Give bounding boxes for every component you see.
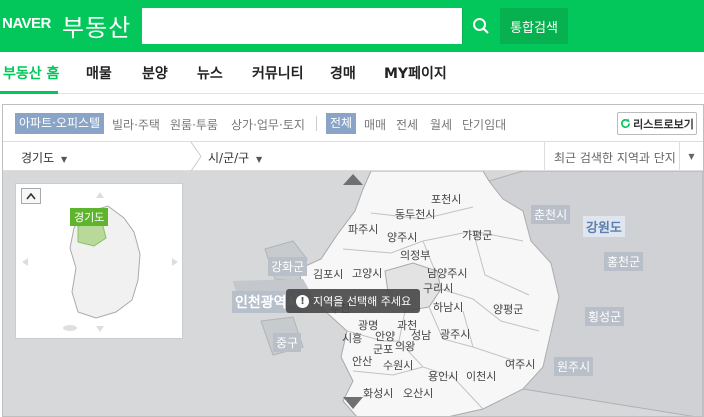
- map-label[interactable]: 김포시: [313, 266, 343, 282]
- chevron-down-icon: ▼: [256, 155, 263, 164]
- chevron-down-icon: ▼: [60, 155, 68, 164]
- naver-logo[interactable]: NAVER: [2, 15, 51, 32]
- map-label[interactable]: 의왕: [395, 338, 415, 354]
- map-label[interactable]: 여주시: [505, 356, 535, 372]
- map-label[interactable]: 시흥: [342, 330, 362, 346]
- map-label[interactable]: 춘천시: [531, 205, 571, 224]
- district-label: 시/군/구: [208, 151, 250, 165]
- filter-villa[interactable]: 빌라·주택: [112, 116, 160, 133]
- service-logo[interactable]: 부동산: [62, 8, 131, 43]
- filter-commercial[interactable]: 상가·업무·토지: [231, 116, 305, 133]
- map-label[interactable]: 화성시: [363, 385, 393, 401]
- map-label[interactable]: 수원시: [383, 357, 413, 373]
- deal-sale[interactable]: 매매: [364, 116, 386, 133]
- deal-jeonse[interactable]: 전세: [396, 116, 418, 133]
- map-label[interactable]: 포천시: [431, 191, 461, 207]
- list-view-label: 리스트로보기: [633, 117, 694, 131]
- tooltip-text: 지역을 선택해 주세요: [313, 295, 412, 308]
- map-label[interactable]: 안산: [352, 353, 372, 369]
- nav-auction[interactable]: 경매: [330, 63, 356, 83]
- map-label[interactable]: 중구: [273, 333, 302, 352]
- map-label[interactable]: 원주시: [554, 357, 594, 376]
- region-bar: 경기도 ▼ 시/군/구 ▼ 최근 검색한 지역과 단지 ▼: [3, 142, 703, 171]
- minimap-province-tag: 경기도: [70, 208, 109, 226]
- map-label[interactable]: 횡성군: [585, 307, 625, 326]
- map-label[interactable]: 가평군: [462, 227, 492, 243]
- nav-community[interactable]: 커뮤니티: [252, 63, 304, 83]
- active-nav-underline: [0, 91, 58, 94]
- map-label[interactable]: 양평군: [493, 301, 523, 317]
- map-panel: 아파트·오피스텔 빌라·주택 원룸·투룸 상가·업무·토지 전체 매매 전세 월…: [2, 104, 704, 417]
- map-label[interactable]: 군포: [373, 341, 393, 357]
- map-label[interactable]: 구리시: [423, 280, 453, 296]
- map-label[interactable]: 파주시: [348, 221, 378, 237]
- nav-news[interactable]: 뉴스: [197, 63, 223, 83]
- nav-home[interactable]: 부동산 홈: [3, 63, 59, 83]
- district-select[interactable]: 시/군/구 ▼: [208, 149, 262, 166]
- nav-listings[interactable]: 매물: [86, 63, 112, 83]
- deal-monthly[interactable]: 월세: [430, 116, 452, 133]
- map-label-gangwon[interactable]: 강원도: [583, 216, 625, 237]
- main-nav: 부동산 홈 매물 분양 뉴스 커뮤니티 경매 MY페이지: [0, 52, 704, 94]
- search-box: [142, 8, 462, 44]
- recent-search-box[interactable]: 최근 검색한 지역과 단지: [544, 142, 679, 171]
- top-header: NAVER 부동산 통합검색: [0, 0, 704, 52]
- map-label[interactable]: 고양시: [352, 265, 382, 281]
- list-view-button[interactable]: 리스트로보기: [617, 112, 697, 135]
- nav-presale[interactable]: 분양: [142, 63, 168, 83]
- refresh-icon: [621, 118, 631, 128]
- map-label[interactable]: 홍천군: [604, 252, 644, 271]
- recent-search-toggle[interactable]: ▼: [679, 142, 703, 171]
- filter-bar: 아파트·오피스텔 빌라·주택 원룸·투룸 상가·업무·토지 전체 매매 전세 월…: [3, 105, 703, 142]
- map-label[interactable]: 하남시: [433, 299, 463, 315]
- minimap[interactable]: 경기도: [15, 183, 183, 339]
- map-area[interactable]: 경기도 포천시 동두천시 파주시 양주시 가평군 의정부 고양시 남양주시 김포…: [3, 171, 703, 416]
- province-label: 경기도: [21, 151, 55, 165]
- map-label[interactable]: 이천시: [466, 368, 496, 384]
- filter-oneroom[interactable]: 원룸·투룸: [170, 116, 218, 133]
- map-label[interactable]: 동두천시: [395, 206, 435, 222]
- select-region-tooltip: ! 지역을 선택해 주세요: [286, 289, 420, 313]
- info-icon: !: [296, 294, 309, 308]
- breadcrumb-chevron-icon: [190, 142, 202, 171]
- chevron-down-icon: ▼: [688, 152, 695, 161]
- search-input[interactable]: [143, 9, 461, 43]
- filter-divider: [316, 116, 317, 131]
- search-icon: [472, 18, 489, 34]
- map-label[interactable]: 오산시: [403, 385, 433, 401]
- nav-mypage[interactable]: MY페이지: [384, 63, 447, 83]
- total-search-button[interactable]: 통합검색: [500, 8, 568, 44]
- province-select[interactable]: 경기도 ▼: [21, 149, 67, 166]
- map-label[interactable]: 의정부: [400, 247, 430, 263]
- map-label[interactable]: 양주시: [387, 229, 417, 245]
- deal-short-term[interactable]: 단기임대: [462, 116, 506, 133]
- search-button[interactable]: [462, 8, 498, 44]
- map-label[interactable]: 강화군: [268, 257, 308, 276]
- filter-apartment[interactable]: 아파트·오피스텔: [15, 113, 105, 134]
- map-label[interactable]: 용인시: [428, 368, 458, 384]
- map-label[interactable]: 남양주시: [427, 265, 467, 281]
- map-label[interactable]: 광주시: [440, 326, 470, 342]
- deal-all[interactable]: 전체: [326, 113, 357, 134]
